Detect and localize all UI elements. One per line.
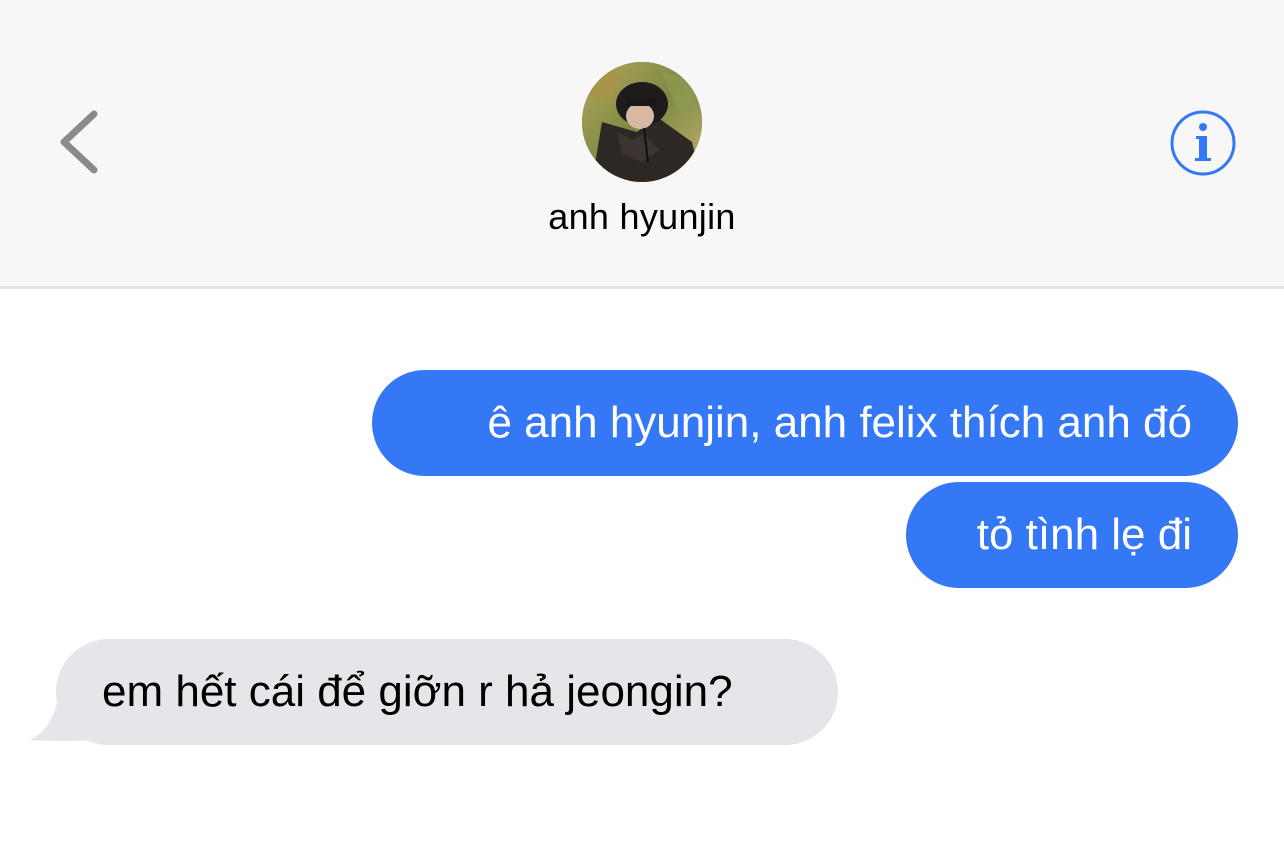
info-icon xyxy=(1170,110,1236,176)
conversation-header: anh hyunjin xyxy=(0,0,1284,289)
contact-avatar[interactable] xyxy=(582,62,702,182)
info-button[interactable] xyxy=(1168,108,1238,178)
message-bubble-received[interactable]: em hết cái để giỡn r hả jeongin? xyxy=(56,639,838,745)
message-bubble-sent[interactable]: ê anh hyunjin, anh felix thích anh đó xyxy=(372,370,1238,476)
avatar-photo xyxy=(582,62,702,182)
messages-screen: anh hyunjin ê anh hyunjin, anh felix thí… xyxy=(0,0,1284,842)
back-button[interactable] xyxy=(48,100,112,184)
chevron-left-icon xyxy=(60,110,98,174)
contact-name[interactable]: anh hyunjin xyxy=(442,196,842,238)
message-bubble-sent[interactable]: tỏ tình lẹ đi xyxy=(906,482,1238,588)
